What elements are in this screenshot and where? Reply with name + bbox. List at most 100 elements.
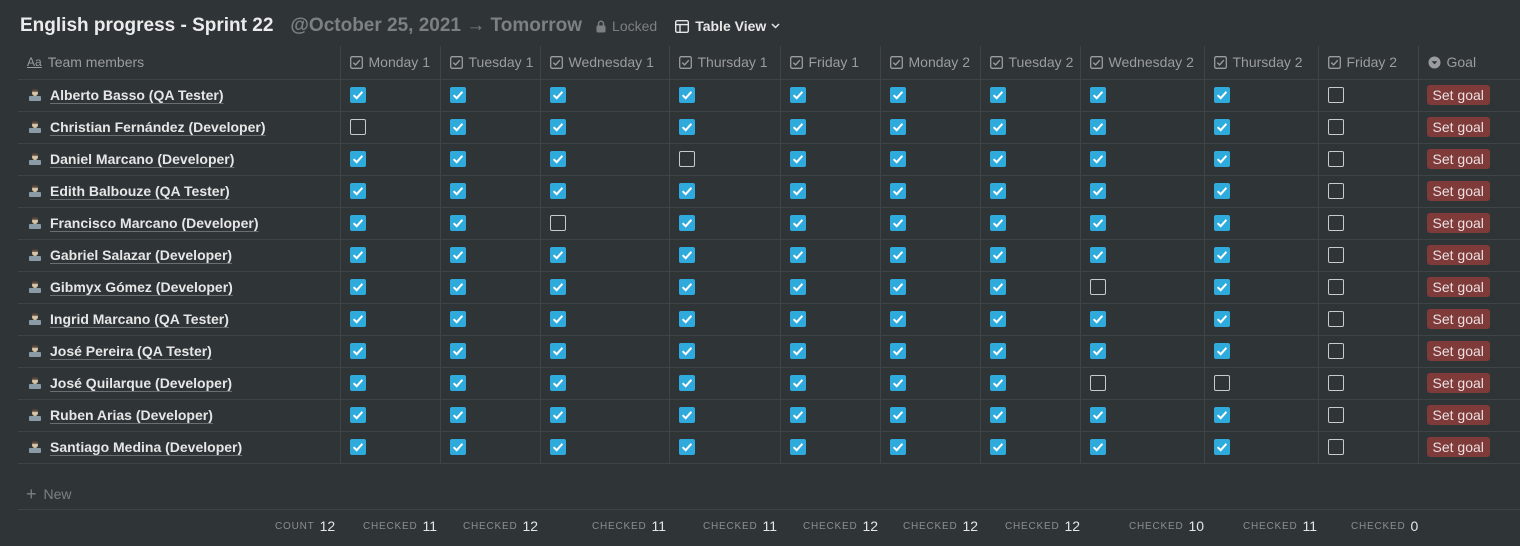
checkbox-unchecked[interactable] — [1327, 215, 1344, 231]
checkbox-checked[interactable] — [989, 151, 1006, 167]
checkbox-checked[interactable] — [889, 375, 906, 391]
column-header-team-members[interactable]: Aa Team members — [18, 46, 341, 80]
goal-tag[interactable]: Set goal — [1426, 149, 1490, 169]
checkbox-checked[interactable] — [1089, 183, 1106, 199]
checkbox-checked[interactable] — [789, 407, 806, 423]
checkbox-checked[interactable] — [1213, 311, 1230, 327]
goal-tag[interactable]: Set goal — [1426, 405, 1490, 425]
checkbox-unchecked[interactable] — [1327, 87, 1344, 103]
checkbox-checked[interactable] — [549, 151, 566, 167]
checkbox-checked[interactable] — [678, 439, 695, 455]
checkbox-checked[interactable] — [989, 247, 1006, 263]
checkbox-checked[interactable] — [789, 311, 806, 327]
checkbox-checked[interactable] — [889, 151, 906, 167]
checkbox-checked[interactable] — [449, 439, 466, 455]
goal-tag[interactable]: Set goal — [1426, 245, 1490, 265]
checkbox-checked[interactable] — [789, 215, 806, 231]
checkbox-checked[interactable] — [349, 279, 366, 295]
checkbox-checked[interactable] — [449, 87, 466, 103]
checked-calculation[interactable]: CHECKED 10 — [1129, 511, 1204, 541]
checkbox-checked[interactable] — [789, 87, 806, 103]
checkbox-checked[interactable] — [889, 439, 906, 455]
goal-cell[interactable]: Set goal — [1417, 142, 1520, 176]
checkbox-checked[interactable] — [678, 311, 695, 327]
checkbox-checked[interactable] — [1089, 151, 1106, 167]
goal-tag[interactable]: Set goal — [1426, 373, 1490, 393]
checkbox-checked[interactable] — [678, 343, 695, 359]
checkbox-checked[interactable] — [678, 279, 695, 295]
checkbox-unchecked[interactable] — [1213, 375, 1230, 391]
checkbox-checked[interactable] — [789, 119, 806, 135]
date-range[interactable]: @October 25, 2021 → Tomorrow — [290, 15, 582, 37]
column-header-day[interactable]: Tuesday 1 — [439, 46, 541, 80]
checkbox-checked[interactable] — [1213, 247, 1230, 263]
checkbox-checked[interactable] — [549, 247, 566, 263]
goal-cell[interactable]: Set goal — [1417, 110, 1520, 144]
checkbox-checked[interactable] — [549, 343, 566, 359]
goal-tag[interactable]: Set goal — [1426, 341, 1490, 361]
checkbox-unchecked[interactable] — [1327, 375, 1344, 391]
goal-cell[interactable]: Set goal — [1417, 398, 1520, 432]
name-cell[interactable]: Christian Fernández (Developer) — [18, 110, 341, 144]
column-header-day[interactable]: Thursday 2 — [1203, 46, 1319, 80]
checkbox-checked[interactable] — [889, 183, 906, 199]
checkbox-checked[interactable] — [889, 247, 906, 263]
goal-tag[interactable]: Set goal — [1426, 117, 1490, 137]
goal-tag[interactable]: Set goal — [1426, 437, 1490, 457]
checkbox-checked[interactable] — [889, 119, 906, 135]
checkbox-checked[interactable] — [549, 311, 566, 327]
checkbox-checked[interactable] — [349, 343, 366, 359]
name-cell[interactable]: Gibmyx Gómez (Developer) — [18, 270, 341, 304]
goal-tag[interactable]: Set goal — [1426, 213, 1490, 233]
name-cell[interactable]: Francisco Marcano (Developer) — [18, 206, 341, 240]
goal-tag[interactable]: Set goal — [1426, 309, 1490, 329]
checkbox-unchecked[interactable] — [1327, 407, 1344, 423]
checkbox-unchecked[interactable] — [1327, 311, 1344, 327]
goal-tag[interactable]: Set goal — [1426, 85, 1490, 105]
column-header-day[interactable]: Thursday 1 — [668, 46, 781, 80]
new-row-button[interactable]: + New — [18, 478, 1520, 510]
checkbox-checked[interactable] — [989, 343, 1006, 359]
checked-calculation[interactable]: CHECKED 0 — [1351, 511, 1418, 541]
goal-cell[interactable]: Set goal — [1417, 302, 1520, 336]
checked-calculation[interactable]: CHECKED 11 — [1243, 511, 1317, 541]
checkbox-checked[interactable] — [1213, 151, 1230, 167]
checkbox-checked[interactable] — [1089, 439, 1106, 455]
checked-calculation[interactable]: CHECKED 12 — [1005, 511, 1080, 541]
checkbox-checked[interactable] — [549, 279, 566, 295]
checkbox-checked[interactable] — [1089, 119, 1106, 135]
checkbox-checked[interactable] — [889, 279, 906, 295]
checkbox-unchecked[interactable] — [1089, 375, 1106, 391]
checkbox-checked[interactable] — [889, 87, 906, 103]
checkbox-checked[interactable] — [349, 215, 366, 231]
goal-tag[interactable]: Set goal — [1426, 181, 1490, 201]
checkbox-checked[interactable] — [989, 375, 1006, 391]
checked-calculation[interactable]: CHECKED 12 — [463, 511, 538, 541]
checkbox-unchecked[interactable] — [1327, 151, 1344, 167]
checkbox-checked[interactable] — [549, 439, 566, 455]
checkbox-unchecked[interactable] — [1327, 439, 1344, 455]
checkbox-checked[interactable] — [449, 183, 466, 199]
checked-calculation[interactable]: CHECKED 12 — [903, 511, 978, 541]
checkbox-checked[interactable] — [678, 183, 695, 199]
checkbox-checked[interactable] — [449, 343, 466, 359]
name-cell[interactable]: José Quilarque (Developer) — [18, 366, 341, 400]
column-header-goal[interactable]: Goal — [1417, 46, 1520, 80]
checkbox-checked[interactable] — [549, 407, 566, 423]
checkbox-checked[interactable] — [989, 439, 1006, 455]
checkbox-checked[interactable] — [989, 407, 1006, 423]
checked-calculation[interactable]: CHECKED 11 — [703, 511, 777, 541]
checkbox-checked[interactable] — [789, 247, 806, 263]
checkbox-checked[interactable] — [989, 119, 1006, 135]
goal-cell[interactable]: Set goal — [1417, 174, 1520, 208]
checked-calculation[interactable]: CHECKED 12 — [803, 511, 878, 541]
checkbox-checked[interactable] — [989, 87, 1006, 103]
name-cell[interactable]: Daniel Marcano (Developer) — [18, 142, 341, 176]
checkbox-checked[interactable] — [549, 375, 566, 391]
checkbox-checked[interactable] — [789, 439, 806, 455]
checkbox-checked[interactable] — [449, 215, 466, 231]
checkbox-checked[interactable] — [549, 119, 566, 135]
checkbox-checked[interactable] — [549, 87, 566, 103]
checkbox-unchecked[interactable] — [1327, 279, 1344, 295]
name-cell[interactable]: José Pereira (QA Tester) — [18, 334, 341, 368]
